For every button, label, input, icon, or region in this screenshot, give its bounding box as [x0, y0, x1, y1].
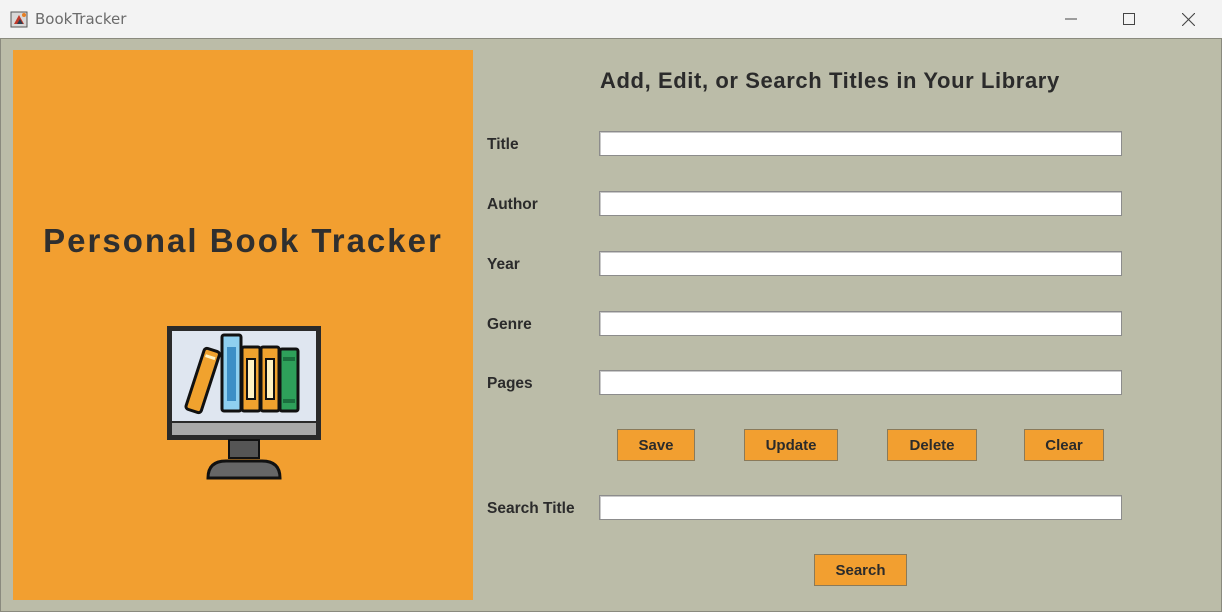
search-title-input[interactable]: [599, 495, 1122, 520]
minimize-icon: [1065, 18, 1077, 20]
search-title-label: Search Title: [487, 500, 575, 517]
app-title: Personal Book Tracker: [43, 222, 443, 259]
maximize-icon: [1123, 13, 1135, 25]
java-app-icon: [10, 9, 30, 29]
genre-input[interactable]: [599, 311, 1122, 336]
genre-label: Genre: [487, 316, 532, 333]
window-title: BookTracker: [35, 10, 127, 28]
close-icon: [1181, 12, 1195, 26]
save-button[interactable]: Save: [617, 429, 695, 461]
clear-button[interactable]: Clear: [1024, 429, 1104, 461]
maximize-button[interactable]: [1100, 0, 1158, 38]
close-button[interactable]: [1159, 0, 1217, 38]
pages-label: Pages: [487, 375, 533, 392]
branding-panel: Personal Book Tracker: [13, 50, 473, 600]
year-input[interactable]: [599, 251, 1122, 276]
title-label: Title: [487, 136, 519, 153]
search-button[interactable]: Search: [814, 554, 907, 586]
year-label: Year: [487, 256, 520, 273]
monitor-with-books-icon: [164, 323, 324, 488]
pages-input[interactable]: [599, 370, 1122, 395]
author-label: Author: [487, 196, 538, 213]
form-heading: Add, Edit, or Search Titles in Your Libr…: [600, 68, 1060, 93]
update-button[interactable]: Update: [744, 429, 838, 461]
author-input[interactable]: [599, 191, 1122, 216]
title-input[interactable]: [599, 131, 1122, 156]
minimize-button[interactable]: [1042, 0, 1100, 38]
delete-button[interactable]: Delete: [887, 429, 977, 461]
window-titlebar: BookTracker: [0, 0, 1222, 39]
